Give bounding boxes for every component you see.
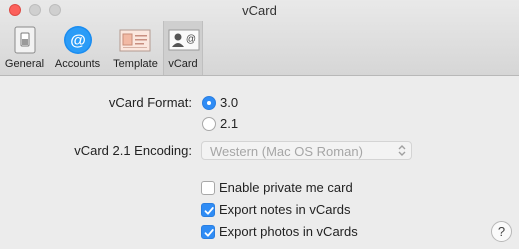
vcard-format-label: vCard Format: xyxy=(108,95,192,110)
tab-label: vCard xyxy=(168,58,198,70)
tab-label: Accounts xyxy=(54,58,101,70)
chevron-updown-icon xyxy=(398,145,406,156)
encoding-popup[interactable]: Western (Mac OS Roman) xyxy=(201,141,412,160)
general-switch-icon xyxy=(14,26,36,54)
checkmark-icon xyxy=(204,207,214,215)
checkmark-icon xyxy=(204,229,214,237)
vcard-preferences-pane: vCard Format: 3.0 2.1 vCard 2.1 Encoding… xyxy=(0,76,519,249)
export-notes-checkbox[interactable] xyxy=(201,203,215,217)
tab-label: Template xyxy=(113,58,158,70)
export-notes-label: Export notes in vCards xyxy=(219,202,351,217)
format-2-1-radio[interactable] xyxy=(202,117,216,131)
tab-vcard[interactable]: @ vCard xyxy=(163,21,203,75)
at-sign-icon: @ xyxy=(64,26,92,54)
encoding-label: vCard 2.1 Encoding: xyxy=(74,143,192,158)
format-3-0-label: 3.0 xyxy=(220,95,239,110)
template-card-icon xyxy=(119,29,151,52)
format-2-1-label: 2.1 xyxy=(220,116,239,131)
toolbar: vCard General @ Accounts Template @ vCar… xyxy=(0,0,519,76)
export-photos-label: Export photos in vCards xyxy=(219,224,358,239)
enable-private-me-card-label: Enable private me card xyxy=(219,180,353,195)
svg-text:@: @ xyxy=(186,34,196,45)
help-button[interactable]: ? xyxy=(491,221,512,242)
tab-accounts[interactable]: @ Accounts xyxy=(49,21,106,75)
format-3-0-radio[interactable] xyxy=(202,96,216,110)
tab-label: General xyxy=(4,58,45,70)
enable-private-me-card-checkbox[interactable] xyxy=(201,181,215,195)
svg-text:@: @ xyxy=(70,33,86,50)
vcard-icon: @ xyxy=(168,29,200,51)
window-title: vCard xyxy=(242,3,277,18)
tab-template[interactable]: Template xyxy=(108,21,163,75)
encoding-value: Western (Mac OS Roman) xyxy=(210,144,363,159)
tab-general[interactable]: General xyxy=(0,21,49,75)
export-photos-checkbox[interactable] xyxy=(201,225,215,239)
